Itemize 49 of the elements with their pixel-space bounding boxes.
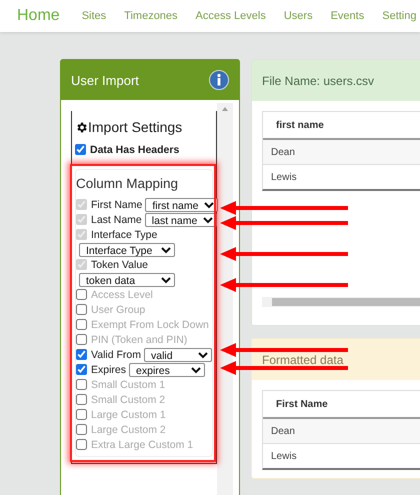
field-label: First Name: [91, 198, 142, 210]
table-cell: Dean: [263, 140, 420, 164]
field-label: Small Custom 2: [91, 394, 166, 406]
field-label: Valid From: [91, 348, 141, 360]
field-label: User Group: [91, 304, 146, 316]
checkbox[interactable]: [76, 349, 87, 360]
nav-link[interactable]: Users: [284, 10, 313, 22]
checkbox[interactable]: [76, 379, 87, 390]
nav-link[interactable]: Setting: [382, 10, 416, 22]
checkbox[interactable]: [76, 289, 87, 300]
field-label: Access Level: [91, 288, 153, 300]
column-select[interactable]: expires: [129, 362, 206, 376]
nav-link[interactable]: Access Levels: [196, 10, 266, 22]
field-label: Small Custom 1: [91, 378, 166, 390]
nav-link[interactable]: Events: [330, 10, 364, 22]
checkbox[interactable]: [75, 144, 86, 155]
settings-icon: [75, 120, 88, 134]
home-link[interactable]: Home: [17, 7, 60, 25]
panel-title: Formatted data: [262, 354, 344, 366]
checkbox[interactable]: [76, 334, 87, 345]
field-label: Exempt From Lock Down: [91, 318, 209, 330]
checkbox[interactable]: [76, 439, 87, 450]
field-label: Large Custom 2: [91, 424, 166, 436]
nav-link[interactable]: Sites: [82, 10, 106, 22]
checkbox[interactable]: [76, 364, 87, 375]
field-label: Expires: [91, 364, 126, 376]
section-title: Column Mapping: [76, 176, 180, 191]
checkbox[interactable]: [76, 424, 87, 435]
field-label: PIN (Token and PIN): [91, 334, 188, 346]
scroll-up-icon[interactable]: [222, 107, 228, 111]
field-label: Token Value: [91, 258, 148, 270]
section-title: Import Settings: [88, 119, 182, 135]
column-select[interactable]: valid: [144, 348, 212, 362]
field-label: Extra Large Custom 1: [91, 438, 194, 450]
table-cell: Dean: [263, 419, 420, 443]
panel-title: File Name: users.csv: [262, 74, 374, 86]
info-icon[interactable]: [209, 70, 229, 90]
panel-title: User Import: [71, 72, 139, 88]
field-label: Interface Type: [91, 228, 158, 240]
checkbox[interactable]: [76, 319, 87, 330]
checkbox[interactable]: [76, 394, 87, 405]
field-label: Large Custom 1: [91, 408, 166, 420]
field-label: Data Has Headers: [90, 144, 180, 156]
checkbox[interactable]: [76, 304, 87, 315]
checkbox[interactable]: [76, 409, 87, 420]
field-label: Last Name: [91, 214, 142, 226]
nav-link[interactable]: Timezones: [124, 10, 178, 22]
horizontal-scrollbar[interactable]: [262, 297, 420, 307]
scrollbar[interactable]: [217, 103, 233, 495]
